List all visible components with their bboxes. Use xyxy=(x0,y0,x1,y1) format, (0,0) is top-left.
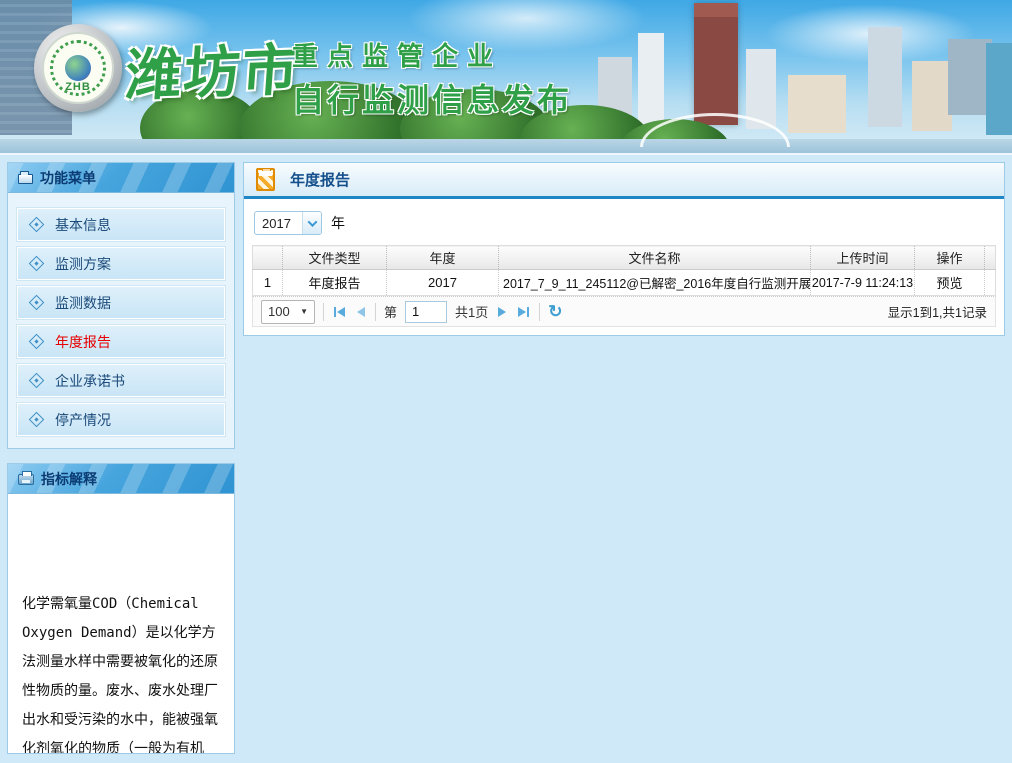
table-row: 1 年度报告 2017 2017_7_9_11_245112@已解密_2016年… xyxy=(253,270,996,296)
chevron-down-icon xyxy=(302,212,321,234)
year-select-value: 2017 xyxy=(262,216,291,231)
page-number-input[interactable] xyxy=(405,301,447,323)
banner-building xyxy=(986,43,1012,135)
content-area: 功能菜单 基本信息 监测方案 监测数据 xyxy=(0,155,1012,761)
subtitle-line1: 重点监管企业 xyxy=(292,36,572,73)
records-summary: 显示1到1,共1记录 xyxy=(888,302,987,321)
total-pages-label: 共1页 xyxy=(455,302,488,321)
pagination-separator xyxy=(323,303,324,321)
last-page-button[interactable] xyxy=(516,305,531,319)
sidebar: 功能菜单 基本信息 监测方案 监测数据 xyxy=(7,162,235,754)
sidebar-item-monitoring-data[interactable]: 监测数据 xyxy=(17,286,225,319)
page-title: 年度报告 xyxy=(290,169,350,190)
banner-building xyxy=(788,75,846,133)
indicator-explanation-text: 化学需氧量COD（Chemical Oxygen Demand）是以化学方法测量… xyxy=(8,494,234,753)
diamond-compass-icon xyxy=(29,295,45,311)
indicator-explanation-header: 指标解释 xyxy=(8,464,234,494)
page-label-prefix: 第 xyxy=(384,302,397,321)
banner-building xyxy=(868,27,902,127)
sidebar-item-commitment-letter[interactable]: 企业承诺书 xyxy=(17,364,225,397)
year-suffix-label: 年 xyxy=(331,213,345,233)
city-title: 潍坊市 xyxy=(123,25,303,112)
printer-icon xyxy=(18,474,34,485)
col-operation: 操作 xyxy=(915,246,985,270)
annual-report-body: 2017 年 文件类型 年度 文件名 xyxy=(244,199,1004,335)
indicator-explanation-panel: 指标解释 化学需氧量COD（Chemical Oxygen Demand）是以化… xyxy=(7,463,235,754)
logo-inner: ZHB xyxy=(42,32,114,104)
page: ZHB 潍坊市 重点监管企业 自行监测信息发布 功能菜单 基本信息 xyxy=(0,0,1012,763)
annual-report-header: 年度报告 xyxy=(244,163,1004,196)
col-file-type: 文件类型 xyxy=(283,246,387,270)
next-page-button[interactable] xyxy=(496,305,508,319)
sidebar-item-production-halt[interactable]: 停产情况 xyxy=(17,403,225,436)
header-banner: ZHB 潍坊市 重点监管企业 自行监测信息发布 xyxy=(0,0,1012,155)
pagination-bar: 100 ▼ 第 共1页 ↻ 显示1到1,共1记录 xyxy=(252,296,996,327)
banner-building xyxy=(638,33,664,129)
col-file-name: 文件名称 xyxy=(499,246,811,270)
diamond-compass-icon xyxy=(29,412,45,428)
row-index: 1 xyxy=(253,270,283,296)
diamond-compass-icon xyxy=(29,373,45,389)
annual-report-panel: 年度报告 2017 年 xyxy=(243,162,1005,336)
page-size-select[interactable]: 100 ▼ xyxy=(261,300,315,324)
function-menu-panel: 功能菜单 基本信息 监测方案 监测数据 xyxy=(7,162,235,449)
col-index xyxy=(253,246,283,270)
col-spacer xyxy=(985,246,996,270)
caret-down-icon: ▼ xyxy=(300,307,308,316)
sidebar-item-basic-info[interactable]: 基本信息 xyxy=(17,208,225,241)
pagination-separator xyxy=(375,303,376,321)
refresh-button[interactable]: ↻ xyxy=(548,303,562,320)
banner-building xyxy=(912,61,952,131)
year-select[interactable]: 2017 xyxy=(254,211,322,235)
subtitle-line2: 自行监测信息发布 xyxy=(292,75,572,121)
col-year: 年度 xyxy=(387,246,499,270)
banner-building-red-tower xyxy=(694,3,738,125)
row-year: 2017 xyxy=(387,270,499,296)
function-menu-body: 基本信息 监测方案 监测数据 年度报告 xyxy=(8,193,234,448)
row-spacer xyxy=(985,270,996,296)
diamond-compass-icon xyxy=(29,334,45,350)
first-page-button[interactable] xyxy=(332,305,347,319)
row-file-type: 年度报告 xyxy=(283,270,387,296)
page-size-value: 100 xyxy=(268,304,290,319)
diamond-compass-icon xyxy=(29,256,45,272)
year-filter-row: 2017 年 xyxy=(254,211,996,235)
table-header-row: 文件类型 年度 文件名称 上传时间 操作 xyxy=(253,246,996,270)
row-upload-time: 2017-7-9 11:24:13 xyxy=(811,270,915,296)
sidebar-item-annual-report[interactable]: 年度报告 xyxy=(17,325,225,358)
prev-page-button[interactable] xyxy=(355,305,367,319)
col-upload-time: 上传时间 xyxy=(811,246,915,270)
diamond-compass-icon xyxy=(29,217,45,233)
function-menu-header: 功能菜单 xyxy=(8,163,234,193)
row-file-name: 2017_7_9_11_245112@已解密_2016年度自行监测开展情况年 xyxy=(499,270,811,296)
clipboard-icon xyxy=(256,168,275,191)
site-subtitle: 重点监管企业 自行监测信息发布 xyxy=(292,36,572,121)
logo-text: ZHB xyxy=(44,81,112,93)
annual-report-table: 文件类型 年度 文件名称 上传时间 操作 1 年度报告 2017 xyxy=(252,245,996,296)
preview-link[interactable]: 预览 xyxy=(915,270,985,296)
folder-icon xyxy=(18,174,33,184)
function-menu-title: 功能菜单 xyxy=(40,168,96,188)
sidebar-item-monitoring-plan[interactable]: 监测方案 xyxy=(17,247,225,280)
indicator-explanation-title: 指标解释 xyxy=(41,469,97,489)
pagination-separator xyxy=(539,303,540,321)
banner-river xyxy=(0,139,1012,153)
environmental-protection-logo: ZHB xyxy=(34,24,122,112)
